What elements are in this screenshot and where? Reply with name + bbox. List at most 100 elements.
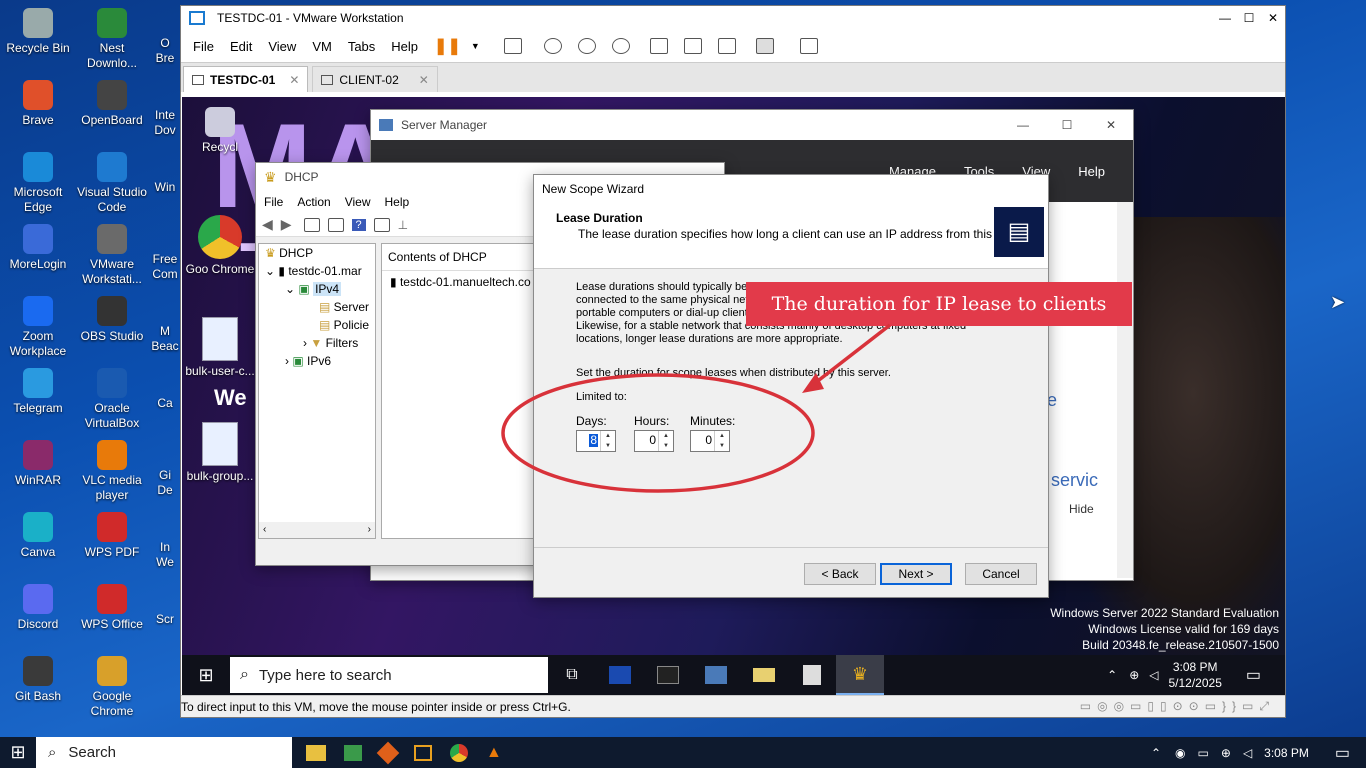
desktop-icon-wps-office[interactable]: WPS Office	[76, 584, 148, 632]
app-icon[interactable]	[344, 744, 362, 761]
tree-ipv6[interactable]: › ▣ IPv6	[285, 354, 331, 368]
desktop-icon-partial[interactable]: M Beac	[150, 324, 180, 354]
new-scope-wizard[interactable]: New Scope Wizard Lease Duration The leas…	[533, 174, 1049, 598]
send-keys-icon[interactable]	[503, 38, 522, 54]
menu-help[interactable]: Help	[391, 39, 418, 54]
desktop-icon-partial[interactable]: Gi De	[150, 468, 180, 498]
tree-policies[interactable]: ▤ Policie	[319, 318, 369, 332]
desktop-icon-brave[interactable]: Brave	[2, 80, 74, 128]
host-start-button[interactable]: ⊞	[0, 742, 36, 763]
tree-server[interactable]: ⌄ ▮ testdc-01.mar	[265, 264, 362, 278]
sm-close-button[interactable]: ✕	[1089, 118, 1133, 132]
device-icons[interactable]: ▭◎◎▭▯▯⊙⊙▭}}▭⤢	[1080, 699, 1275, 714]
pause-icon[interactable]: ❚❚	[434, 36, 461, 56]
powershell-taskbar-icon[interactable]	[596, 666, 644, 684]
close-tab-icon[interactable]: ✕	[289, 73, 299, 87]
dhcp-menu-help[interactable]: Help	[385, 195, 410, 209]
sm-menu-help[interactable]: Help	[1078, 164, 1105, 179]
language-icon[interactable]: ⊕	[1221, 746, 1231, 760]
network-icon[interactable]: ⊕	[1129, 668, 1139, 682]
sm-hide-link[interactable]: Hide	[1069, 502, 1094, 516]
show-tree-icon[interactable]	[303, 217, 320, 232]
cancel-button[interactable]: Cancel	[965, 563, 1037, 585]
dhcp-menu-action[interactable]: Action	[297, 195, 330, 209]
maximize-button[interactable]: ☐	[1237, 11, 1261, 25]
menu-vm[interactable]: VM	[312, 39, 332, 54]
menu-file[interactable]: File	[193, 39, 214, 54]
vmware-taskbar-icon[interactable]	[414, 744, 432, 761]
tree-hscrollbar[interactable]: ‹ ›	[259, 522, 375, 538]
minutes-stepper[interactable]: 0 ▲ ▼	[690, 430, 730, 452]
notification-icon[interactable]: ▭	[1335, 743, 1350, 763]
dropdown-icon[interactable]: ▼	[471, 41, 480, 51]
desktop-icon-wps-pdf[interactable]: WPS PDF	[76, 512, 148, 560]
guest-chrome[interactable]: Goo Chrome	[184, 215, 256, 277]
git-icon[interactable]	[376, 741, 400, 764]
desktop-icon-partial[interactable]: Ca	[150, 396, 180, 411]
tab-testdc-01[interactable]: TESTDC-01 ✕	[183, 66, 309, 92]
hours-spin-arrows[interactable]: ▲ ▼	[658, 431, 673, 451]
chrome-taskbar-icon[interactable]	[450, 743, 468, 762]
host-time[interactable]: 3:08 PM	[1264, 746, 1309, 760]
days-stepper[interactable]: 8 ▲ ▼	[576, 430, 616, 452]
vlc-taskbar-icon[interactable]: ▲	[486, 744, 502, 762]
guest-clock[interactable]: 3:08 PM 5/12/2025	[1168, 659, 1221, 691]
desktop-icon-visual-studio-code[interactable]: Visual Studio Code	[76, 152, 148, 215]
export-icon[interactable]	[327, 217, 344, 232]
desktop-icon-git-bash[interactable]: Git Bash	[2, 656, 74, 704]
desktop-icon-google-chrome[interactable]: Google Chrome	[76, 656, 148, 719]
desktop-icon-partial[interactable]: Free Com	[150, 252, 180, 282]
desktop-icon-discord[interactable]: Discord	[2, 584, 74, 632]
menu-tabs[interactable]: Tabs	[348, 39, 375, 54]
guest-start-button[interactable]: ⊞	[182, 655, 230, 695]
snapshot-manager-icon[interactable]	[611, 38, 630, 54]
tree-server-options[interactable]: ▤ Server	[319, 300, 369, 314]
desktop-icon-partial[interactable]: In We	[150, 540, 180, 570]
desktop-icon-partial[interactable]: Win	[150, 180, 180, 195]
menu-view[interactable]: View	[268, 39, 296, 54]
file-explorer-taskbar-icon[interactable]	[740, 668, 788, 682]
guest-search-box[interactable]: ⌕ Type here to search	[230, 657, 548, 693]
guest-bulk-user[interactable]: bulk-user-c...	[184, 317, 256, 379]
tree-ipv4[interactable]: ⌄ ▣ IPv4	[285, 282, 342, 296]
days-spin-arrows[interactable]: ▲ ▼	[600, 431, 615, 451]
desktop-icon-oracle-virtualbox[interactable]: Oracle VirtualBox	[76, 368, 148, 431]
console-icon[interactable]	[755, 38, 774, 54]
desktop-icon-zoom-workplace[interactable]: Zoom Workplace	[2, 296, 74, 359]
desktop-icon-vlc-media-player[interactable]: VLC media player	[76, 440, 148, 503]
desktop-icon-canva[interactable]: Canva	[2, 512, 74, 560]
back-button[interactable]: < Back	[804, 563, 876, 585]
back-arrow-icon[interactable]: ◀	[262, 216, 273, 233]
chevron-up-icon[interactable]: ⌃	[1107, 668, 1117, 682]
desktop-icon-vmware-workstati[interactable]: VMware Workstati...	[76, 224, 148, 287]
desktop-icon-recycle-bin[interactable]: Recycle Bin	[2, 8, 74, 56]
properties-icon[interactable]	[373, 217, 390, 232]
dhcp-menu-file[interactable]: File	[264, 195, 283, 209]
dhcp-menu-view[interactable]: View	[345, 195, 371, 209]
next-button[interactable]: Next >	[880, 563, 952, 585]
desktop-icon-partial[interactable]: Inte Dov	[150, 108, 180, 138]
guest-screen[interactable]: MA T We Recycl Goo Chrome bulk-user-c...…	[182, 97, 1285, 695]
tab-client-02[interactable]: CLIENT-02 ✕	[312, 66, 438, 92]
snapshot-icon[interactable]	[543, 38, 562, 54]
sm-scrollbar[interactable]	[1117, 202, 1133, 578]
forward-arrow-icon[interactable]: ▶	[281, 216, 292, 233]
desktop-icon-obs-studio[interactable]: OBS Studio	[76, 296, 148, 344]
chrome-tray-icon[interactable]: ◉	[1175, 746, 1185, 760]
tree-filters[interactable]: › ▼ Filters	[303, 336, 358, 350]
desktop-icon-morelogin[interactable]: MoreLogin	[2, 224, 74, 272]
desktop-icon-winrar[interactable]: WinRAR	[2, 440, 74, 488]
close-button[interactable]: ✕	[1261, 11, 1285, 25]
chevron-down-icon[interactable]: ⌄	[265, 264, 278, 278]
chevron-down-icon[interactable]: ⌄	[285, 282, 298, 296]
minutes-spin-arrows[interactable]: ▲ ▼	[714, 431, 729, 451]
host-search-box[interactable]: ⌕ Search	[36, 737, 292, 768]
guest-recycle-bin[interactable]: Recycl	[184, 107, 256, 155]
task-view-icon[interactable]: ⧉	[548, 666, 596, 684]
thumbnail-icon[interactable]	[683, 38, 702, 54]
help-icon[interactable]: ?	[351, 218, 366, 231]
desktop-icon-microsoft-edge[interactable]: Microsoft Edge	[2, 152, 74, 215]
desktop-icon-partial[interactable]: Scr	[150, 612, 180, 627]
fullscreen-icon[interactable]	[717, 38, 736, 54]
dhcp-taskbar-icon[interactable]: ♛	[836, 655, 884, 695]
